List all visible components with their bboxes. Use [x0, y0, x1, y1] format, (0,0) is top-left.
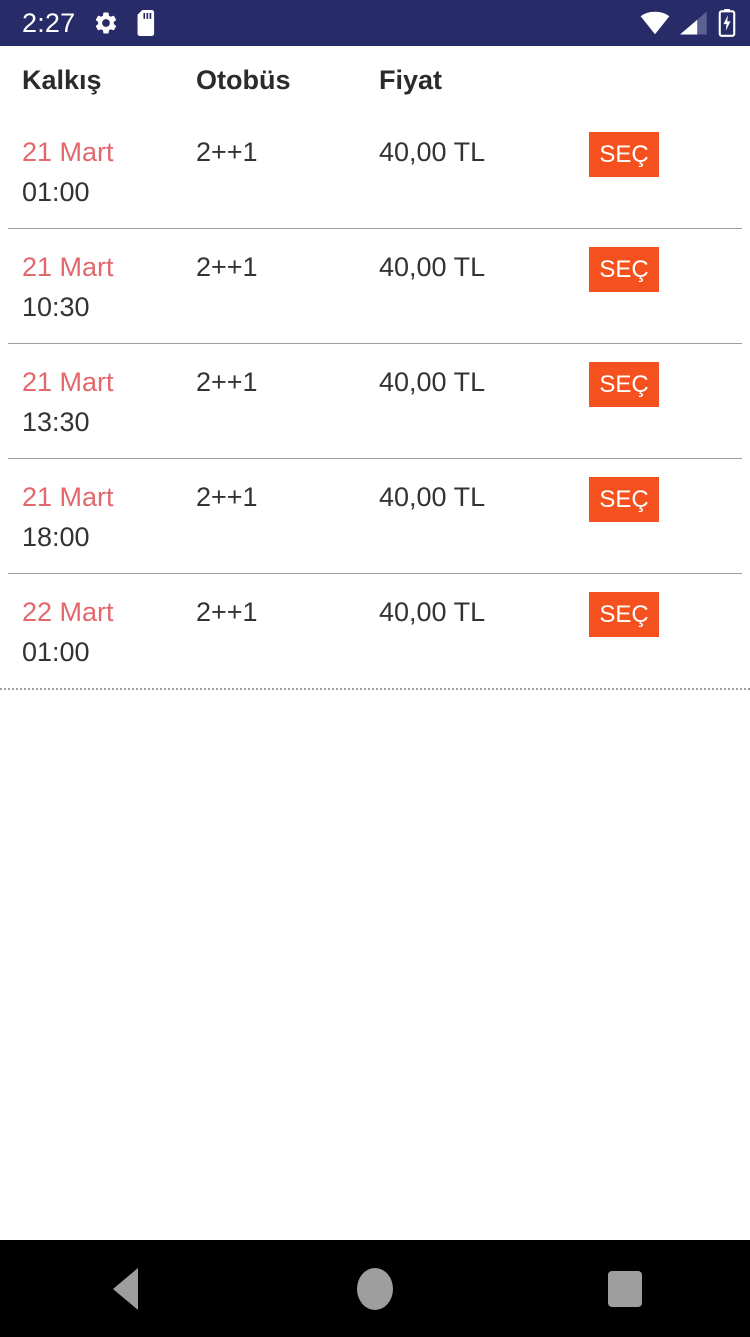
cell-departure: 21 Mart 01:00	[0, 132, 196, 212]
header-cell-price: Fiyat	[379, 65, 589, 96]
cell-bus-type: 2++1	[196, 592, 379, 632]
cell-departure: 21 Mart 18:00	[0, 477, 196, 557]
bus-seat-layout: 2++1	[196, 367, 258, 397]
sd-card-icon	[137, 10, 157, 36]
gear-icon	[93, 10, 119, 36]
column-header-bus: Otobüs	[196, 64, 291, 95]
battery-charging-icon	[718, 9, 736, 37]
departure-date: 21 Mart	[22, 367, 114, 397]
cell-action: SEÇ	[589, 247, 750, 292]
select-button[interactable]: SEÇ	[589, 247, 659, 292]
table-row[interactable]: 21 Mart 01:00 2++1 40,00 TL SEÇ	[0, 114, 750, 228]
cell-departure: 22 Mart 01:00	[0, 592, 196, 672]
departure-time: 18:00	[22, 522, 90, 552]
status-bar: 2:27	[0, 0, 750, 46]
recents-square-icon	[608, 1270, 642, 1307]
departure-time: 01:00	[22, 177, 90, 207]
table-row[interactable]: 21 Mart 18:00 2++1 40,00 TL SEÇ	[0, 459, 750, 573]
column-header-depart: Kalkış	[22, 64, 102, 95]
cell-action: SEÇ	[589, 132, 750, 177]
cell-action: SEÇ	[589, 477, 750, 522]
table-row[interactable]: 21 Mart 13:30 2++1 40,00 TL SEÇ	[0, 344, 750, 458]
bus-seat-layout: 2++1	[196, 137, 258, 167]
schedule-content: Kalkış Otobüs Fiyat 21 Mart 01:00 2++1 4…	[0, 46, 750, 690]
cell-price: 40,00 TL	[379, 592, 589, 632]
wifi-icon	[640, 11, 670, 35]
status-bar-left: 2:27	[22, 7, 157, 38]
cell-price: 40,00 TL	[379, 132, 589, 172]
departure-date: 22 Mart	[22, 597, 114, 627]
ticket-price: 40,00 TL	[379, 597, 486, 627]
table-end-divider	[0, 688, 750, 690]
home-circle-icon	[357, 1267, 393, 1310]
cell-price: 40,00 TL	[379, 362, 589, 402]
departure-time: 13:30	[22, 407, 90, 437]
status-bar-right	[640, 9, 736, 37]
recents-button[interactable]	[565, 1240, 685, 1337]
departure-date: 21 Mart	[22, 137, 114, 167]
cell-price: 40,00 TL	[379, 247, 589, 287]
cell-departure: 21 Mart 10:30	[0, 247, 196, 327]
departure-time: 01:00	[22, 637, 90, 667]
cell-price: 40,00 TL	[379, 477, 589, 517]
bus-seat-layout: 2++1	[196, 597, 258, 627]
select-button[interactable]: SEÇ	[589, 592, 659, 637]
status-bar-clock: 2:27	[22, 7, 76, 38]
cell-bus-type: 2++1	[196, 132, 379, 172]
cell-bus-type: 2++1	[196, 247, 379, 287]
cell-departure: 21 Mart 13:30	[0, 362, 196, 442]
bus-seat-layout: 2++1	[196, 252, 258, 282]
departure-date: 21 Mart	[22, 252, 114, 282]
table-row[interactable]: 21 Mart 10:30 2++1 40,00 TL SEÇ	[0, 229, 750, 343]
cell-action: SEÇ	[589, 592, 750, 637]
ticket-price: 40,00 TL	[379, 252, 486, 282]
table-header-row: Kalkış Otobüs Fiyat	[0, 46, 750, 114]
departure-time: 10:30	[22, 292, 90, 322]
ticket-price: 40,00 TL	[379, 482, 486, 512]
cell-action: SEÇ	[589, 362, 750, 407]
ticket-price: 40,00 TL	[379, 137, 486, 167]
header-cell-depart: Kalkış	[0, 65, 196, 96]
column-header-price: Fiyat	[379, 64, 443, 95]
select-button[interactable]: SEÇ	[589, 362, 659, 407]
back-triangle-icon	[112, 1267, 138, 1310]
android-navigation-bar	[0, 1240, 750, 1337]
header-cell-bus: Otobüs	[196, 65, 379, 96]
bus-seat-layout: 2++1	[196, 482, 258, 512]
bus-schedule-table: Kalkış Otobüs Fiyat 21 Mart 01:00 2++1 4…	[0, 46, 750, 690]
departure-date: 21 Mart	[22, 482, 114, 512]
table-row[interactable]: 22 Mart 01:00 2++1 40,00 TL SEÇ	[0, 574, 750, 688]
select-button[interactable]: SEÇ	[589, 132, 659, 177]
cell-signal-icon	[680, 11, 708, 35]
select-button[interactable]: SEÇ	[589, 477, 659, 522]
back-button[interactable]	[65, 1240, 185, 1337]
cell-bus-type: 2++1	[196, 477, 379, 517]
cell-bus-type: 2++1	[196, 362, 379, 402]
home-button[interactable]	[315, 1240, 435, 1337]
ticket-price: 40,00 TL	[379, 367, 486, 397]
